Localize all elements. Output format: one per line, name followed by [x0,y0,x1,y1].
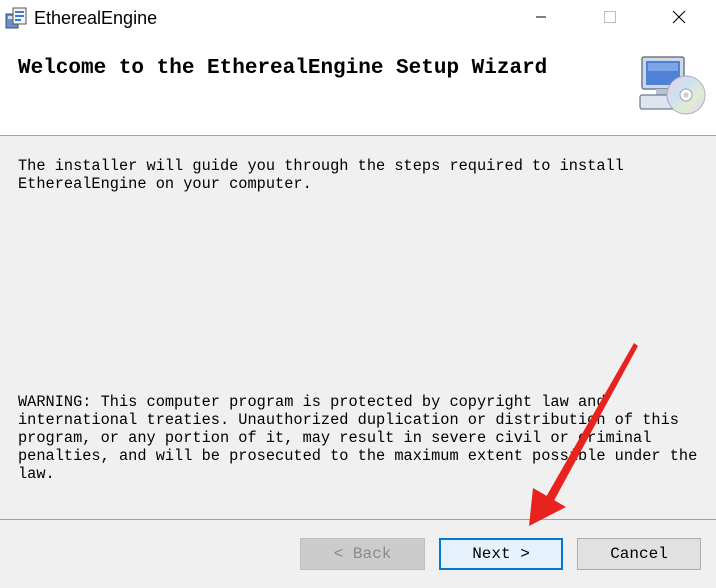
setup-wizard-window: EtherealEngine Welcome to the EtherealEn… [0,0,716,588]
installer-package-icon [4,6,28,30]
intro-text: The installer will guide you through the… [18,157,624,193]
title-bar: EtherealEngine [0,0,716,38]
computer-disc-icon [636,55,708,119]
page-title: Welcome to the EtherealEngine Setup Wiza… [18,57,548,80]
copyright-warning-text: WARNING: This computer program is protec… [18,393,698,483]
close-button[interactable] [656,0,702,38]
minimize-icon [535,10,547,28]
minimize-button[interactable] [518,0,564,38]
close-icon [672,10,686,29]
wizard-header: Welcome to the EtherealEngine Setup Wiza… [0,38,716,136]
maximize-icon [603,10,617,29]
cancel-button[interactable]: Cancel [577,538,701,570]
maximize-button[interactable] [587,0,633,38]
window-title: EtherealEngine [34,8,158,28]
next-button[interactable]: Next > [439,538,563,570]
back-button[interactable]: < Back [300,538,425,570]
footer-divider [0,519,716,520]
